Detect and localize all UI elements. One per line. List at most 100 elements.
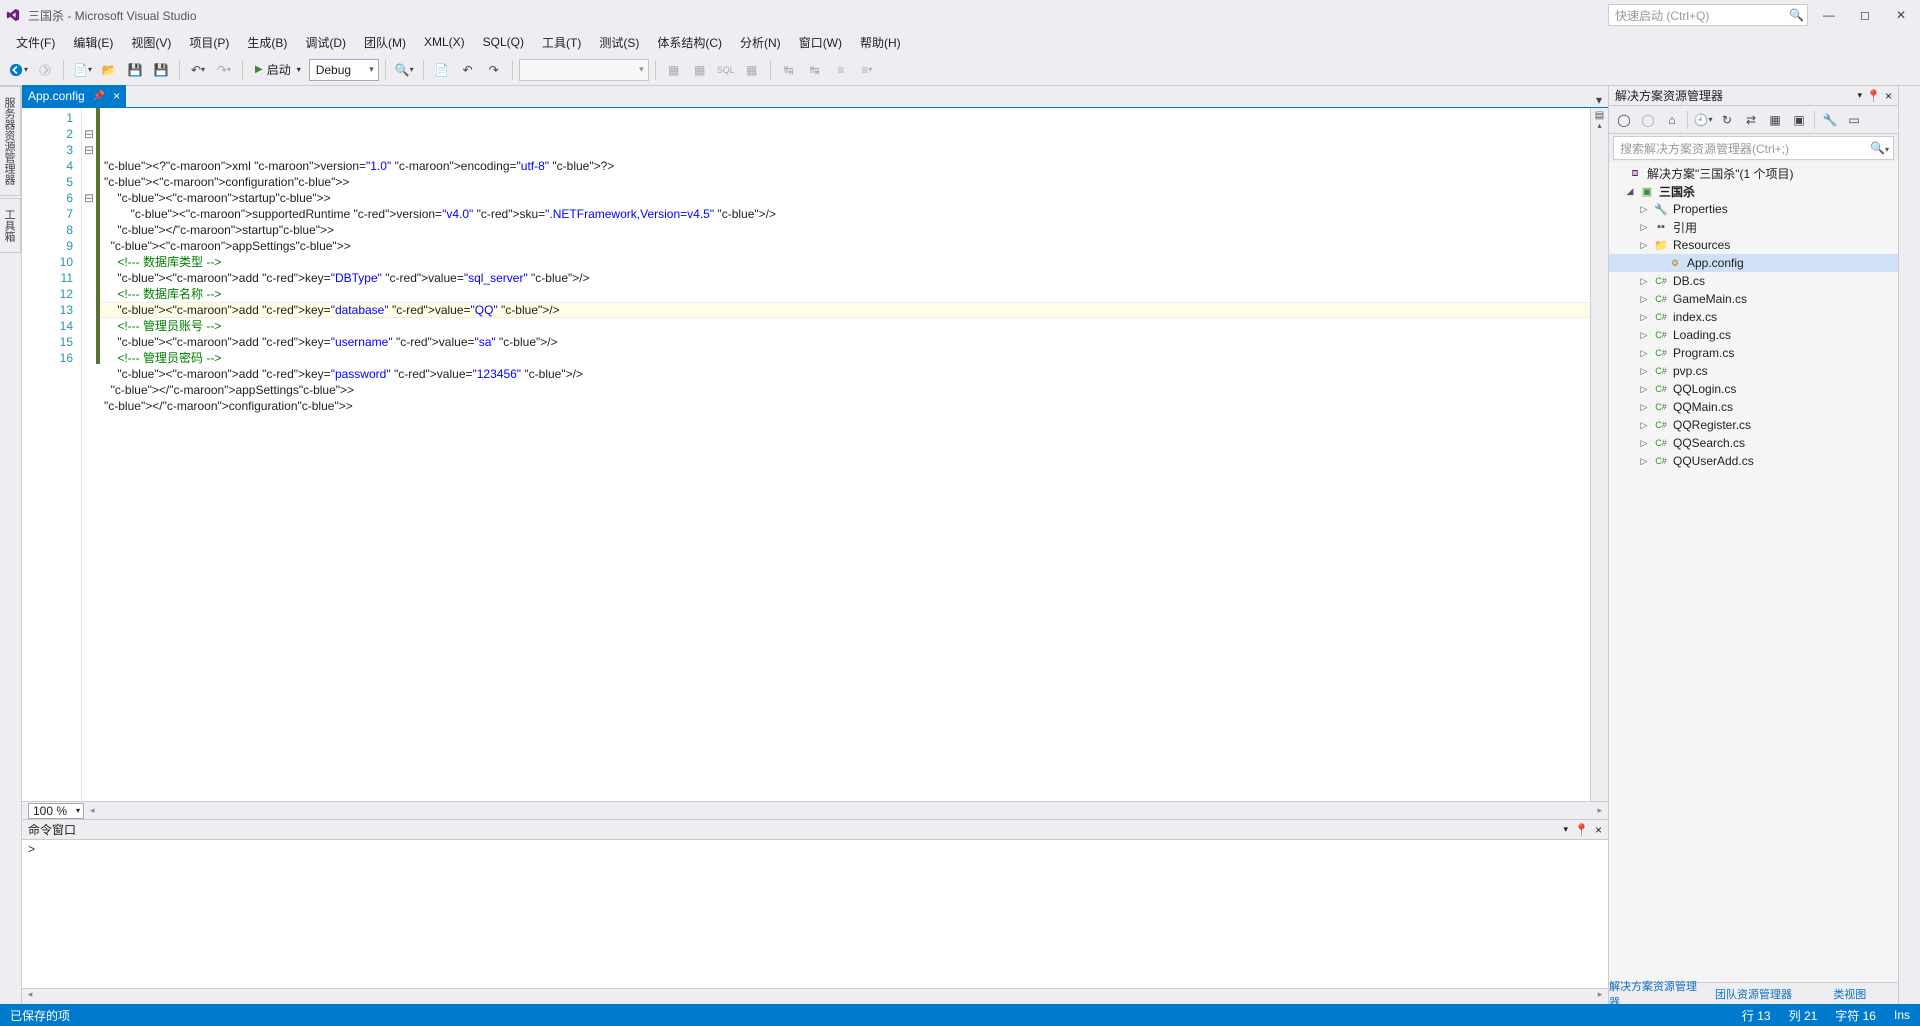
search-icon: 🔍 xyxy=(1789,8,1804,22)
solution-search-input[interactable]: 搜索解决方案资源管理器(Ctrl+;) 🔍▾ xyxy=(1613,136,1894,160)
tb-btn-a[interactable]: 📄 xyxy=(430,58,454,82)
command-window-body[interactable]: > xyxy=(22,840,1608,988)
tree-file-loading-cs[interactable]: ▷C#Loading.cs xyxy=(1609,326,1898,344)
menu-test[interactable]: 测试(S) xyxy=(591,31,647,54)
se-view-icon[interactable]: ▭ xyxy=(1843,109,1865,131)
menu-build[interactable]: 生成(B) xyxy=(239,31,295,54)
tb-btn-f[interactable]: ▦ xyxy=(740,58,764,82)
se-preview-icon[interactable]: ▣ xyxy=(1788,109,1810,131)
se-collapse-icon[interactable]: ⇄ xyxy=(1740,109,1762,131)
se-properties-icon[interactable]: 🔧 xyxy=(1819,109,1841,131)
tree-file-qqlogin-cs[interactable]: ▷C#QQLogin.cs xyxy=(1609,380,1898,398)
minimize-button[interactable]: — xyxy=(1814,4,1844,26)
maximize-button[interactable]: ◻ xyxy=(1850,4,1880,26)
cmd-dropdown-icon[interactable]: ▾ xyxy=(1564,824,1569,835)
hscroll-right-icon[interactable]: ▸ xyxy=(1597,805,1602,816)
tree-file-qqsearch-cs[interactable]: ▷C#QQSearch.cs xyxy=(1609,434,1898,452)
tab-team-explorer[interactable]: 团队资源管理器 xyxy=(1705,983,1801,1004)
tab-app-config[interactable]: App.config 📌 × xyxy=(22,85,126,107)
save-all-button[interactable]: 💾 xyxy=(149,58,173,82)
tb-btn-e[interactable]: ▦ xyxy=(688,58,712,82)
tab-solution-explorer[interactable]: 解决方案资源管理器 xyxy=(1609,983,1705,1004)
tb-btn-sql[interactable]: SQL xyxy=(714,58,738,82)
save-button[interactable]: 💾 xyxy=(123,58,147,82)
tree-file-gamemain-cs[interactable]: ▷C#GameMain.cs xyxy=(1609,290,1898,308)
quick-launch-input[interactable]: 快速启动 (Ctrl+Q) 🔍 xyxy=(1608,4,1808,26)
nav-forward-button[interactable] xyxy=(33,58,57,82)
hscroll-left-icon[interactable]: ◂ xyxy=(90,805,95,816)
tabs-overflow-icon[interactable]: ▾ xyxy=(1596,93,1608,107)
panel-pin-icon[interactable]: 📍 xyxy=(1866,89,1881,103)
editor-footer: 100 % ◂ ▸ xyxy=(22,801,1608,819)
tree-file-qquseradd-cs[interactable]: ▷C#QQUserAdd.cs xyxy=(1609,452,1898,470)
close-tab-icon[interactable]: × xyxy=(113,89,120,103)
start-debug-button[interactable]: ▶启动▾ xyxy=(249,59,307,81)
se-refresh-icon[interactable]: ↻ xyxy=(1716,109,1738,131)
config-dropdown[interactable]: Debug xyxy=(309,59,379,81)
tb-btn-c[interactable]: ↷ xyxy=(482,58,506,82)
tree-resources[interactable]: ▷📁 Resources xyxy=(1609,236,1898,254)
nav-back-button[interactable]: ▾ xyxy=(6,58,31,82)
tab-label: App.config xyxy=(28,89,85,103)
cmd-pin-icon[interactable]: 📍 xyxy=(1574,823,1589,837)
tree-file-index-cs[interactable]: ▷C#index.cs xyxy=(1609,308,1898,326)
status-bar: 已保存的项 行 13 列 21 字符 16 Ins xyxy=(0,1004,1920,1026)
tb-btn-h[interactable]: ↹ xyxy=(803,58,827,82)
menu-team[interactable]: 团队(M) xyxy=(356,31,414,54)
panel-close-icon[interactable]: × xyxy=(1885,89,1892,103)
cmd-close-icon[interactable]: × xyxy=(1595,823,1602,837)
tree-file-db-cs[interactable]: ▷C#DB.cs xyxy=(1609,272,1898,290)
cmd-hscroll-right[interactable]: ▸ xyxy=(1592,989,1608,1004)
menu-tools[interactable]: 工具(T) xyxy=(534,31,589,54)
open-file-button[interactable]: 📂 xyxy=(97,58,121,82)
tb-btn-b[interactable]: ↶ xyxy=(456,58,480,82)
se-home-icon[interactable]: ⌂ xyxy=(1661,109,1683,131)
tree-project[interactable]: ◢▣ 三国杀 xyxy=(1609,182,1898,200)
zoom-dropdown[interactable]: 100 % xyxy=(28,803,84,819)
new-project-button[interactable]: 📄▾ xyxy=(70,58,95,82)
tree-file-program-cs[interactable]: ▷C#Program.cs xyxy=(1609,344,1898,362)
menu-view[interactable]: 视图(V) xyxy=(123,31,179,54)
code-editor[interactable]: 12345678910111213141516 ⊟⊟⊟ "c-blue"><?"… xyxy=(22,108,1608,801)
undo-button[interactable]: ↶▾ xyxy=(186,58,210,82)
se-sync-icon[interactable]: 🕘▾ xyxy=(1692,109,1714,131)
tb-btn-d[interactable]: ▦ xyxy=(662,58,686,82)
menu-project[interactable]: 项目(P) xyxy=(181,31,237,54)
menu-architecture[interactable]: 体系结构(C) xyxy=(649,31,730,54)
window-title: 三国杀 - Microsoft Visual Studio xyxy=(28,7,197,24)
pin-icon[interactable]: 📌 xyxy=(93,91,105,102)
menu-analyze[interactable]: 分析(N) xyxy=(732,31,789,54)
menu-debug[interactable]: 调试(D) xyxy=(297,31,354,54)
close-button[interactable]: ✕ xyxy=(1886,4,1916,26)
tree-file-qqregister-cs[interactable]: ▷C#QQRegister.cs xyxy=(1609,416,1898,434)
tree-file-app-config[interactable]: ⚙App.config xyxy=(1609,254,1898,272)
se-fwd-icon[interactable]: ◯ xyxy=(1637,109,1659,131)
menu-sql[interactable]: SQL(Q) xyxy=(475,32,532,52)
tb-btn-j[interactable]: ≡▾ xyxy=(855,58,879,82)
cmd-hscroll-left[interactable]: ◂ xyxy=(22,989,38,1004)
tree-solution[interactable]: ⧈ 解决方案"三国杀"(1 个项目) xyxy=(1609,164,1898,182)
tree-references[interactable]: ▷▪▪ 引用 xyxy=(1609,218,1898,236)
solution-tree[interactable]: ⧈ 解决方案"三国杀"(1 个项目) ◢▣ 三国杀 ▷🔧 Properties … xyxy=(1609,162,1898,982)
menu-file[interactable]: 文件(F) xyxy=(8,31,63,54)
tb-dropdown-empty[interactable] xyxy=(519,59,649,81)
split-handle[interactable]: ▤ ▴ xyxy=(1590,108,1608,801)
tb-btn-i[interactable]: ≡ xyxy=(829,58,853,82)
tree-file-pvp-cs[interactable]: ▷C#pvp.cs xyxy=(1609,362,1898,380)
panel-dropdown-icon[interactable]: ▾ xyxy=(1858,90,1863,101)
tree-file-qqmain-cs[interactable]: ▷C#QQMain.cs xyxy=(1609,398,1898,416)
menu-window[interactable]: 窗口(W) xyxy=(791,31,850,54)
tab-class-view[interactable]: 类视图 xyxy=(1802,983,1898,1004)
se-showall-icon[interactable]: ▦ xyxy=(1764,109,1786,131)
vtab-toolbox[interactable]: 工具箱 xyxy=(0,198,21,253)
find-button[interactable]: 🔍▾ xyxy=(392,58,417,82)
menu-help[interactable]: 帮助(H) xyxy=(852,31,909,54)
redo-button[interactable]: ↷▾ xyxy=(212,58,236,82)
se-back-icon[interactable]: ◯ xyxy=(1613,109,1635,131)
tree-properties[interactable]: ▷🔧 Properties xyxy=(1609,200,1898,218)
vtab-server-explorer[interactable]: 服务器资源管理器 xyxy=(0,86,21,196)
status-char: 字符 16 xyxy=(1835,1007,1876,1024)
tb-btn-g[interactable]: ↹ xyxy=(777,58,801,82)
menu-xml[interactable]: XML(X) xyxy=(416,32,473,52)
menu-edit[interactable]: 编辑(E) xyxy=(65,31,121,54)
